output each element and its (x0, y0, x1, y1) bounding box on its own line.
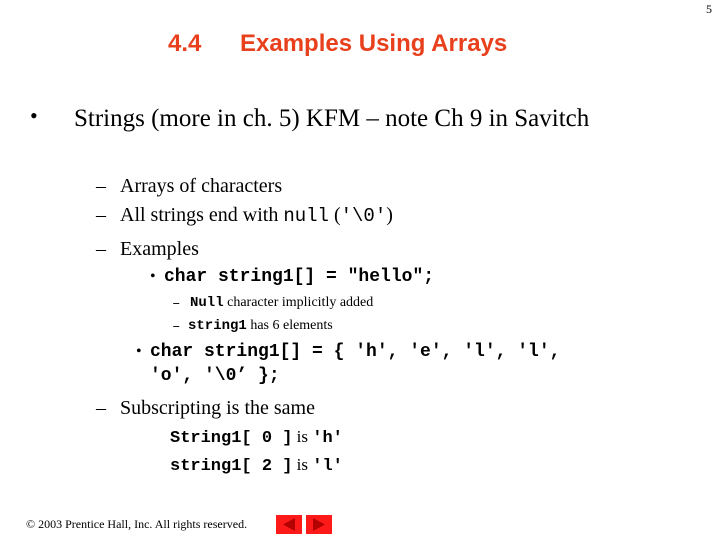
example2-code-line1: char string1[] = { 'h', 'e', 'l', 'l', (150, 342, 561, 362)
previous-slide-button[interactable] (276, 515, 302, 534)
dash-icon: – (96, 397, 106, 419)
null-end-prefix: All strings end with (120, 204, 284, 226)
dash-icon: – (96, 238, 106, 260)
note2-text: has 6 elements (246, 318, 333, 333)
subscript1-is: is (292, 427, 313, 446)
bullet-icon: • (30, 103, 38, 128)
subscript1-code: String1[ 0 ] (170, 429, 293, 448)
main-bullet-text: Strings (more in ch. 5) KFM – note Ch 9 … (74, 105, 590, 132)
subscript2-code: string1[ 2 ] (170, 457, 293, 476)
null-keyword: null (283, 205, 329, 227)
dash-icon: – (172, 319, 181, 335)
bullet-icon: • (150, 268, 156, 285)
sub-item-null-end: All strings end with null ('\0') (120, 204, 393, 227)
page-number: 5 (706, 2, 712, 16)
dash-icon: – (96, 175, 106, 197)
null-end-close: ) (386, 204, 393, 226)
example1-note2: string1 has 6 elements (188, 318, 333, 334)
bullet-icon: • (136, 343, 142, 360)
subscript1-value: 'h' (312, 429, 343, 448)
section-title: Examples Using Arrays (240, 30, 508, 57)
null-literal: '\0' (340, 205, 387, 227)
example2-code-line2: 'o', '\0’ }; (150, 366, 280, 386)
subscript-line1: String1[ 0 ] is 'h' (170, 427, 343, 448)
triangle-left-icon (283, 518, 295, 531)
string1-code: string1 (188, 318, 247, 334)
next-slide-button[interactable] (306, 515, 332, 534)
example1-code: char string1[] = "hello"; (164, 267, 435, 287)
example1-note1: Null character implicitly added (190, 295, 373, 311)
sub-item-arrays: Arrays of characters (120, 175, 283, 197)
copyright-footer: © 2003 Prentice Hall, Inc. All rights re… (26, 517, 248, 531)
subscript-line2: string1[ 2 ] is 'l' (170, 455, 343, 476)
triangle-right-icon (313, 518, 325, 531)
section-number: 4.4 (168, 30, 202, 57)
dash-icon: – (96, 204, 106, 226)
subscript2-value: 'l' (312, 457, 343, 476)
dash-icon: – (172, 296, 181, 312)
subscript2-is: is (292, 455, 313, 474)
note1-text: character implicitly added (223, 295, 374, 310)
sub-item-examples: Examples (120, 238, 199, 260)
null-code: Null (190, 295, 224, 311)
sub-item-subscripting: Subscripting is the same (120, 397, 315, 419)
null-end-open: ( (328, 204, 341, 226)
